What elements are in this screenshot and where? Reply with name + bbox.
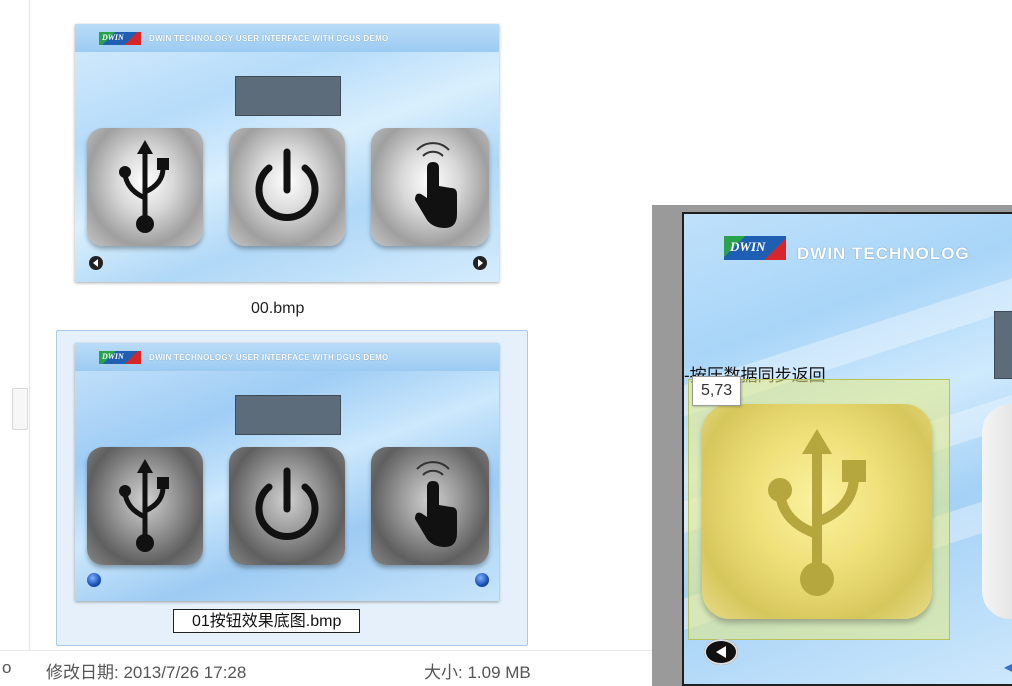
modified-date-label: 修改日期: 2013/7/26 17:28 <box>46 663 247 682</box>
usb-icon <box>768 429 866 596</box>
editor-screen-canvas[interactable]: DWIN DWIN TECHNOLOG -按压数据同步返回 5,73 <box>684 214 1012 684</box>
explorer-left-gutter <box>0 0 30 686</box>
status-left-fragment: o <box>2 658 12 677</box>
next-page-icon <box>473 256 487 270</box>
dwin-logo: DWIN <box>99 32 141 45</box>
touch-hand-icon <box>415 461 457 547</box>
power-button-pressed <box>229 447 345 565</box>
file-rename-input[interactable]: 01按钮效果底图.bmp <box>173 609 361 633</box>
data-display-box <box>235 76 341 116</box>
data-display-box <box>235 395 341 435</box>
usb-button-pressed <box>87 447 203 565</box>
power-button <box>229 128 345 246</box>
power-icon <box>255 148 319 221</box>
data-display-box <box>994 311 1012 379</box>
power-button-preview-partial <box>982 404 1012 619</box>
usb-icon <box>119 459 169 552</box>
dwin-logo: DWIN <box>724 236 786 260</box>
touch-button-pressed <box>371 447 489 565</box>
file-item-00-bmp[interactable]: DWIN DWIN TECHNOLOGY USER INTERFACE WITH… <box>70 20 505 330</box>
thumbnail-title: DWIN TECHNOLOGY USER INTERFACE WITH DGUS… <box>149 353 389 362</box>
gutter-divider <box>29 0 30 650</box>
usb-button <box>87 128 203 246</box>
prev-page-icon <box>89 256 103 270</box>
pane-splitter-handle[interactable] <box>12 388 28 430</box>
prev-page-icon <box>87 573 101 587</box>
touch-button <box>371 128 489 246</box>
coordinate-tooltip: 5,73 <box>692 376 742 406</box>
next-page-icon <box>475 573 489 587</box>
usb-button-pressed-preview <box>702 404 932 619</box>
screen-title: DWIN TECHNOLOG <box>797 244 970 263</box>
thumbnail-00-bmp: DWIN DWIN TECHNOLOGY USER INTERFACE WITH… <box>75 24 499 282</box>
power-icon <box>255 467 319 540</box>
scroll-right-icon[interactable]: ◀ <box>1004 660 1012 674</box>
status-bar-divider <box>0 650 655 651</box>
file-name-label: 00.bmp <box>251 300 305 317</box>
dgus-editor-panel: DWIN DWIN TECHNOLOG -按压数据同步返回 5,73 <box>652 205 1012 686</box>
thumbnail-title: DWIN TECHNOLOGY USER INTERFACE WITH DGUS… <box>149 34 389 43</box>
prev-page-icon <box>704 639 738 665</box>
touch-hand-icon <box>415 142 457 228</box>
file-item-01-bmp[interactable]: DWIN DWIN TECHNOLOGY USER INTERFACE WITH… <box>56 330 528 646</box>
thumbnail-01-bmp: DWIN DWIN TECHNOLOGY USER INTERFACE WITH… <box>75 343 499 601</box>
file-size-label: 大小: 1.09 MB <box>424 663 531 682</box>
dwin-logo: DWIN <box>99 351 141 364</box>
editor-canvas-frame: DWIN DWIN TECHNOLOG -按压数据同步返回 5,73 <box>682 212 1012 686</box>
usb-icon <box>119 140 169 233</box>
